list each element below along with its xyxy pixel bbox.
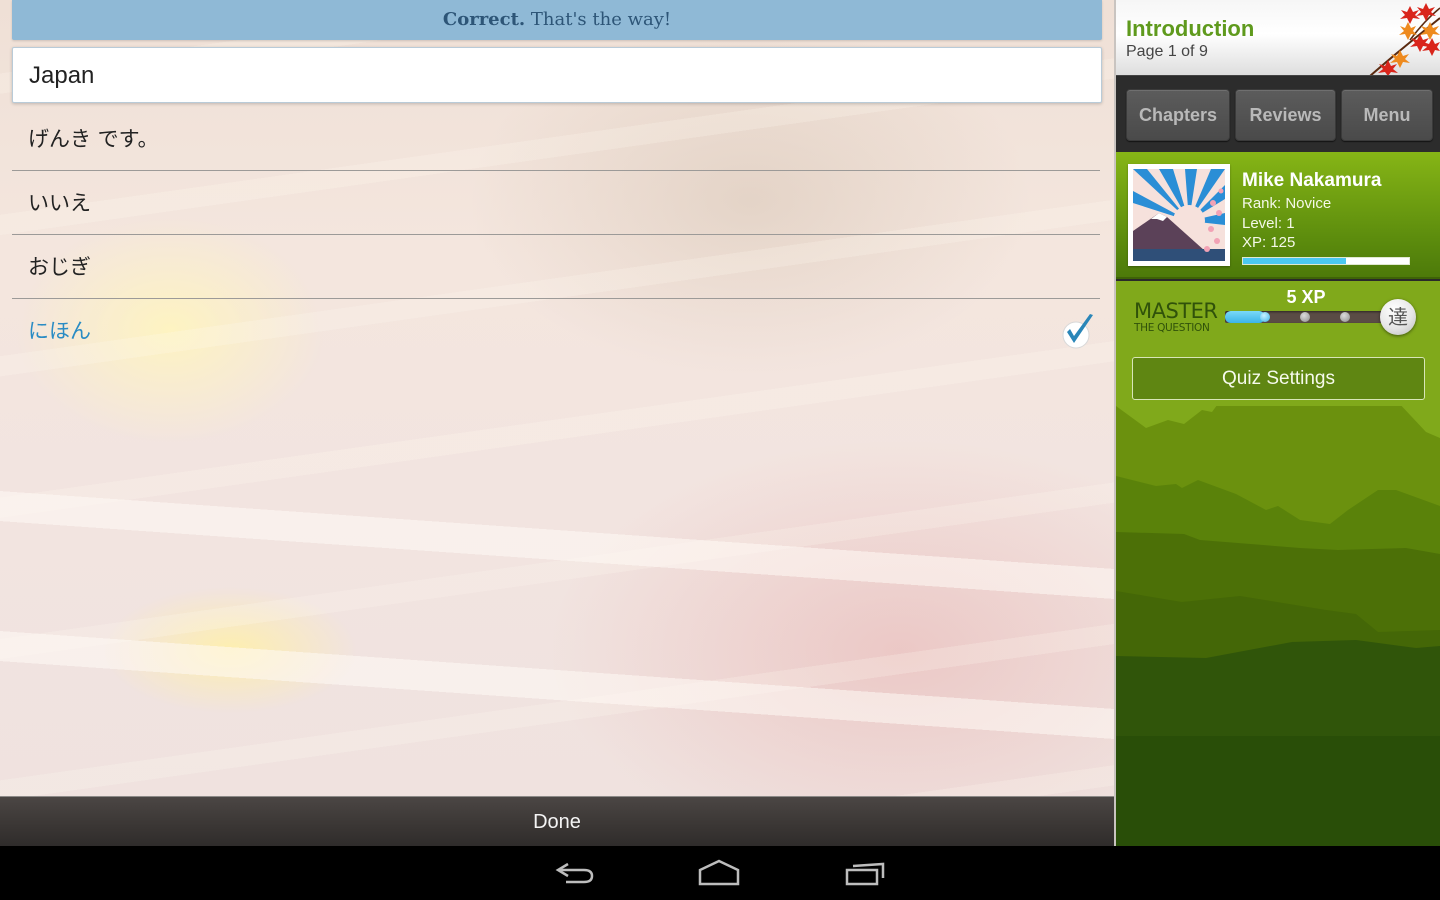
menu-button[interactable]: Menu xyxy=(1341,89,1433,141)
profile-name: Mike Nakamura xyxy=(1242,170,1382,191)
maple-leaves-decoration xyxy=(1369,3,1440,75)
chapter-page-indicator: Page 1 of 9 xyxy=(1126,43,1208,60)
mastery-badge-icon: 達 xyxy=(1380,299,1416,335)
profile-panel: Mike Nakamura Rank: Novice Level: 1 XP: … xyxy=(1116,152,1440,279)
done-button[interactable]: Done xyxy=(0,796,1114,846)
avatar[interactable] xyxy=(1128,164,1230,266)
feedback-banner: Correct. That's the way! xyxy=(12,0,1102,40)
quiz-area: Correct. That's the way! Japan げんき です。 い… xyxy=(0,0,1114,846)
back-icon[interactable] xyxy=(554,858,598,888)
profile-rank: Rank: Novice xyxy=(1242,195,1332,212)
choice-item[interactable]: おじぎ xyxy=(12,235,1100,299)
xp-progress-fill xyxy=(1243,258,1346,264)
chapter-title: Introduction xyxy=(1126,16,1255,41)
mountains-background xyxy=(1116,406,1440,846)
sidebar: Introduction Page 1 of 9 Chapters Review… xyxy=(1114,0,1440,846)
feedback-message: That's the way! xyxy=(525,9,672,30)
mastery-step-dot xyxy=(1260,312,1270,322)
reviews-button[interactable]: Reviews xyxy=(1235,89,1336,141)
mastery-progress-track xyxy=(1225,311,1385,323)
answer-prompt: Japan xyxy=(12,47,1102,103)
choice-label: いいえ xyxy=(28,191,91,215)
choice-item[interactable]: げんき です。 xyxy=(12,107,1100,171)
master-subtitle: THE QUESTION xyxy=(1134,322,1210,334)
checkmark-icon xyxy=(1062,314,1093,349)
feedback-strong: Correct. xyxy=(442,9,526,30)
choice-label: げんき です。 xyxy=(28,127,159,151)
chapter-nav-bar: Chapters Reviews Menu xyxy=(1116,77,1440,152)
xp-reward: 5 XP xyxy=(1286,287,1326,307)
xp-progress-bar xyxy=(1242,257,1410,265)
recent-apps-icon[interactable] xyxy=(843,858,887,888)
home-icon[interactable] xyxy=(697,858,741,888)
quiz-settings-button[interactable]: Quiz Settings xyxy=(1132,357,1425,400)
master-title: MASTER xyxy=(1134,299,1218,323)
choice-list: げんき です。 いいえ おじぎ にほん xyxy=(12,107,1100,363)
chapters-button[interactable]: Chapters xyxy=(1126,89,1230,141)
choice-item-correct[interactable]: にほん xyxy=(12,299,1100,363)
profile-level: Level: 1 xyxy=(1242,215,1295,232)
choice-label: にほん xyxy=(28,319,91,343)
mastery-step-dot xyxy=(1340,312,1350,322)
background-fence xyxy=(0,431,1114,839)
choice-label: おじぎ xyxy=(28,255,91,279)
mastery-step-dot xyxy=(1300,312,1310,322)
mount-fuji-avatar-image xyxy=(1133,169,1225,261)
mastery-progress-fill xyxy=(1225,311,1265,323)
profile-xp: XP: 125 xyxy=(1242,234,1296,251)
choice-item[interactable]: いいえ xyxy=(12,171,1100,235)
system-navigation-bar xyxy=(0,846,1440,900)
chapter-header: Introduction Page 1 of 9 xyxy=(1116,0,1440,76)
mastery-panel: MASTER THE QUESTION 5 XP 達 Quiz Settings xyxy=(1116,281,1440,846)
